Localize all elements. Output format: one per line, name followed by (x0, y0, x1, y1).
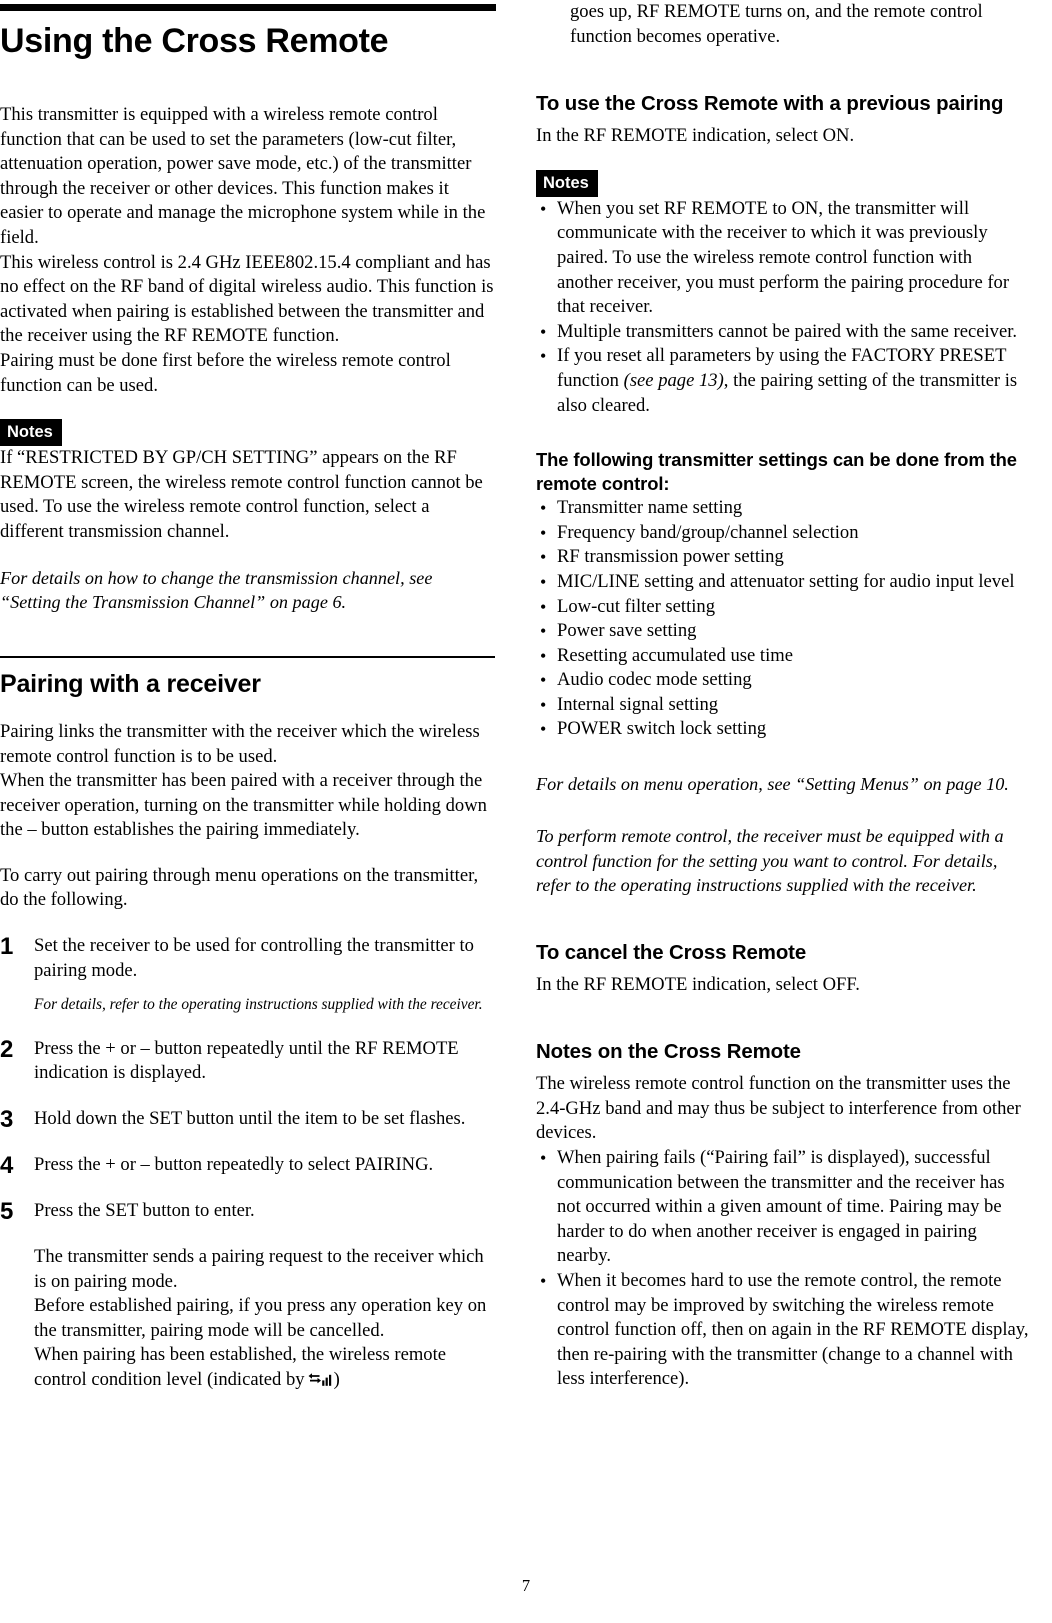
step-5-result-line-3-text: When pairing has been established, the w… (34, 1344, 447, 1390)
continuation-text: goes up, RF REMOTE turns on, and the rem… (570, 1, 983, 47)
list-item: Frequency band/group/channel selection (536, 521, 1031, 546)
step-5-result-line-3: When pairing has been established, the w… (34, 1343, 495, 1392)
step-1-sub-note: For details, refer to the operating inst… (34, 996, 483, 1014)
step-item-3: 3 Hold down the SET button until the ite… (0, 1107, 495, 1132)
manual-page: Using the Cross Remote This transmitter … (0, 0, 1052, 1623)
list-item: Audio codec mode setting (536, 668, 1031, 693)
step-number: 3 (0, 1106, 14, 1134)
transmission-channel-reference: For details on how to change the transmi… (0, 567, 433, 612)
subheading-settings-from-remote: The following transmitter settings can b… (536, 449, 1017, 495)
step-5-result-line-1: The transmitter sends a pairing request … (34, 1246, 484, 1292)
list-item: If you reset all parameters by using the… (536, 344, 1031, 418)
list-item: Low-cut filter setting (536, 595, 1031, 620)
step-number: 5 (0, 1198, 14, 1226)
menu-operation-reference: For details on menu operation, see “Sett… (536, 774, 1009, 795)
step-text: Hold down the SET button until the item … (34, 1108, 466, 1130)
step-5-result: The transmitter sends a pairing request … (34, 1245, 495, 1393)
step-item-4: 4 Press the + or – button repeatedly to … (0, 1153, 495, 1178)
intro-paragraph-3: Pairing must be done first before the wi… (0, 349, 451, 396)
list-item: Transmitter name setting (536, 496, 1031, 521)
intro-paragraph-2: This wireless control is 2.4 GHz IEEE802… (0, 251, 494, 347)
list-item: Resetting accumulated use time (536, 644, 1031, 669)
pairing-paragraph-3: To carry out pairing through menu operat… (0, 864, 479, 911)
page-number: 7 (521, 1576, 531, 1595)
page-title: Using the Cross Remote (0, 22, 389, 60)
subheading-cancel-cross-remote: To cancel the Cross Remote (536, 941, 807, 964)
list-item: Power save setting (536, 619, 1031, 644)
step-number: 1 (0, 933, 14, 961)
pairing-paragraph-1: Pairing links the transmitter with the r… (0, 720, 480, 767)
step-text: Press the + or – button repeatedly until… (34, 1037, 459, 1084)
intro-paragraph-1: This transmitter is equipped with a wire… (0, 104, 486, 248)
list-item: RF transmission power setting (536, 545, 1031, 570)
subheading-previous-pairing: To use the Cross Remote with a previous … (536, 93, 1004, 116)
section-title-pairing: Pairing with a receiver (0, 669, 261, 698)
list-item: Internal signal setting (536, 693, 1031, 718)
step-text: Press the + or – button repeatedly to se… (34, 1154, 434, 1176)
rf-remote-signal-level-icon (308, 1370, 332, 1386)
remote-control-reference: To perform remote control, the receiver … (536, 826, 1004, 896)
notes-on-cross-remote-intro: The wireless remote control function on … (536, 1073, 1021, 1144)
left-column: Using the Cross Remote This transmitter … (0, 0, 496, 1393)
step-5-result-line-2: Before established pairing, if you press… (34, 1295, 487, 1341)
continuation-block: goes up, RF REMOTE turns on, and the rem… (570, 0, 1031, 49)
list-item: When pairing fails (“Pairing fail” is di… (536, 1146, 1031, 1269)
step-number: 2 (0, 1035, 14, 1063)
list-item: When it becomes hard to use the remote c… (536, 1269, 1031, 1392)
step-number: 4 (0, 1152, 14, 1180)
previous-pairing-text: In the RF REMOTE indication, select ON. (536, 125, 855, 147)
transmitter-settings-list: Transmitter name setting Frequency band/… (536, 496, 1031, 742)
chapter-top-rule (0, 4, 496, 11)
step-text: Press the SET button to enter. (34, 1200, 255, 1222)
list-item: POWER switch lock setting (536, 717, 1031, 742)
list-item: MIC/LINE setting and attenuator setting … (536, 570, 1031, 595)
notes-on-cross-remote-list: When pairing fails (“Pairing fail” is di… (536, 1146, 1031, 1392)
notes-badge: Notes (536, 169, 598, 197)
step-item-5: 5 Press the SET button to enter. (0, 1199, 495, 1224)
list-item: When you set RF REMOTE to ON, the transm… (536, 197, 1031, 320)
step-5-result-line-3-close: ) (333, 1369, 340, 1390)
step-item-2: 2 Press the + or – button repeatedly unt… (0, 1037, 495, 1086)
pairing-paragraph-2: When the transmitter has been paired wit… (0, 770, 487, 841)
notes-bullet-list: When you set RF REMOTE to ON, the transm… (536, 197, 1031, 418)
two-column-layout: Using the Cross Remote This transmitter … (0, 0, 1052, 1560)
section-divider-rule (0, 656, 495, 658)
right-column: goes up, RF REMOTE turns on, and the rem… (536, 0, 1031, 1392)
factory-preset-page-reference: (see page 13) (623, 369, 724, 391)
step-text: Set the receiver to be used for controll… (34, 935, 474, 981)
subheading-notes-on-cross-remote: Notes on the Cross Remote (536, 1041, 801, 1064)
notes-badge: Notes (0, 419, 62, 447)
notes-text: If “RESTRICTED BY GP/CH SETTING” appears… (0, 447, 483, 542)
list-item: Multiple transmitters cannot be paired w… (536, 320, 1031, 345)
cancel-cross-remote-text: In the RF REMOTE indication, select OFF. (536, 973, 860, 995)
step-item-1: 1 Set the receiver to be used for contro… (0, 934, 495, 983)
